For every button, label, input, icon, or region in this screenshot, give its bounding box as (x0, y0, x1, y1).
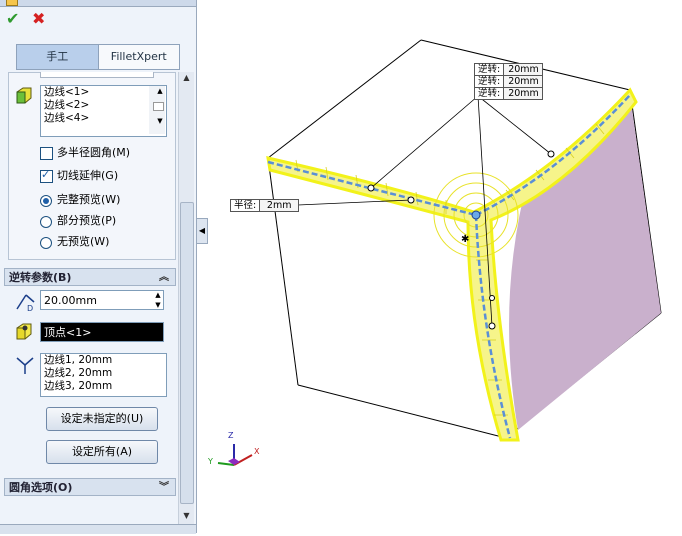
no-preview-radio[interactable] (40, 237, 52, 249)
vertex-selection-icon (16, 323, 32, 340)
property-manager-panel: ✔ ✖ 手工 FilletXpert 边线<1> 边线<2> 边线<4> ▲ ▼… (0, 0, 197, 534)
callout-row: 逆转: 20mm (475, 75, 543, 87)
vertex-marker[interactable] (471, 210, 481, 220)
tangent-propagation-label: 切线延伸(G) (57, 169, 119, 182)
scroll-thumb[interactable] (153, 102, 164, 111)
callout-row: 逆转: 20mm (475, 87, 543, 99)
close-icon[interactable]: ✖ (32, 10, 45, 28)
set-unassigned-button[interactable]: 设定未指定的(U) (46, 407, 158, 431)
vertex-value: 顶点<1> (44, 326, 92, 339)
list-item[interactable]: 边线1, 20mm (41, 354, 166, 367)
svg-text:D: D (27, 304, 33, 312)
setback-callout[interactable]: 逆转: 20mm 逆转: 20mm 逆转: 20mm (474, 63, 544, 100)
list-item[interactable]: 边线<2> (41, 99, 166, 112)
setback-edges-icon (16, 357, 34, 374)
tab-manual[interactable]: 手工 (17, 45, 99, 69)
distance-spinner[interactable]: ▲ ▼ (152, 290, 164, 310)
axis-z-label: Z (228, 431, 234, 440)
graphics-viewport[interactable]: ✱ Z X Y 逆转: 20mm 逆转: 20mm 逆转: 20mm 半径: 2… (206, 0, 682, 533)
mode-tabs: 手工 FilletXpert (16, 44, 180, 70)
chevron-up-icon[interactable]: ▲ (152, 86, 165, 97)
tangent-propagation-checkbox[interactable] (40, 168, 53, 183)
multi-radius-label: 多半径圆角(M) (57, 146, 131, 159)
list-item[interactable]: 边线3, 20mm (41, 380, 166, 393)
partial-preview-radio[interactable] (40, 216, 52, 228)
list-item[interactable]: 边线<1> (41, 86, 166, 99)
chevron-up-icon[interactable]: ︽ (159, 269, 169, 287)
callout-key: 逆转: (478, 88, 501, 99)
radius-callout[interactable]: 半径: 2mm (230, 199, 300, 212)
list-item[interactable]: 边线<4> (41, 112, 166, 125)
callout-key: 逆转: (478, 64, 501, 75)
axis-x-label: X (254, 447, 260, 456)
scroll-down-icon[interactable]: ▼ (181, 510, 192, 522)
setback-parameters-header[interactable]: 逆转参数(B) ︽ (4, 268, 176, 286)
fillet-options-header[interactable]: 圆角选项(O) ︾ (4, 478, 176, 496)
panel-scroll-thumb[interactable] (180, 202, 194, 504)
callout-value[interactable]: 20mm (503, 88, 543, 99)
chevron-down-icon[interactable]: ︾ (159, 479, 169, 497)
edges-listbox[interactable]: 边线<1> 边线<2> 边线<4> ▲ ▼ (40, 85, 167, 137)
set-all-button[interactable]: 设定所有(A) (46, 440, 158, 464)
no-preview-label: 无预览(W) (57, 235, 110, 248)
callout-key: 半径: (234, 200, 257, 211)
setback-distances-listbox[interactable]: 边线1, 20mm 边线2, 20mm 边线3, 20mm (40, 353, 167, 397)
callout-value[interactable]: 20mm (503, 76, 543, 87)
panel-title-bar (0, 0, 196, 7)
full-preview-label: 完整预览(W) (57, 193, 121, 206)
edges-list-scrollbar[interactable]: ▲ ▼ (149, 86, 165, 134)
section-title: 圆角选项(O) (9, 481, 73, 494)
setback-distance-icon: D (16, 294, 35, 312)
faces-list-bottom[interactable] (40, 72, 154, 78)
fillet-feature-icon (6, 0, 18, 6)
panel-scrollbar[interactable]: ▲ ▼ (178, 72, 194, 525)
setback-distance-value: 20.00mm (44, 294, 97, 307)
partial-preview-label: 部分预览(P) (57, 214, 117, 227)
callout-row: 逆转: 20mm (475, 64, 543, 75)
edge-selection-icon (16, 87, 32, 104)
cursor-icon: ✱ (461, 234, 469, 245)
model-view[interactable]: ✱ (206, 0, 682, 533)
tab-filletxpert[interactable]: FilletXpert (99, 45, 180, 69)
scroll-up-icon[interactable]: ▲ (181, 72, 192, 84)
callout-value[interactable]: 2mm (259, 200, 299, 211)
setback-distance-input[interactable]: 20.00mm (40, 290, 164, 310)
section-title: 逆转参数(B) (9, 271, 72, 284)
multi-radius-checkbox[interactable] (40, 147, 53, 160)
callout-key: 逆转: (478, 76, 501, 87)
callout-value[interactable]: 20mm (503, 64, 543, 75)
list-item[interactable]: 边线2, 20mm (41, 367, 166, 380)
vertex-selection-box[interactable]: 顶点<1> (40, 322, 164, 342)
callout-row: 半径: 2mm (231, 200, 299, 211)
chevron-down-icon[interactable]: ▼ (152, 116, 165, 127)
axis-triad (217, 444, 253, 466)
full-preview-radio[interactable] (40, 195, 52, 207)
check-icon[interactable]: ✔ (6, 10, 19, 28)
axis-y-label: Y (208, 457, 213, 466)
